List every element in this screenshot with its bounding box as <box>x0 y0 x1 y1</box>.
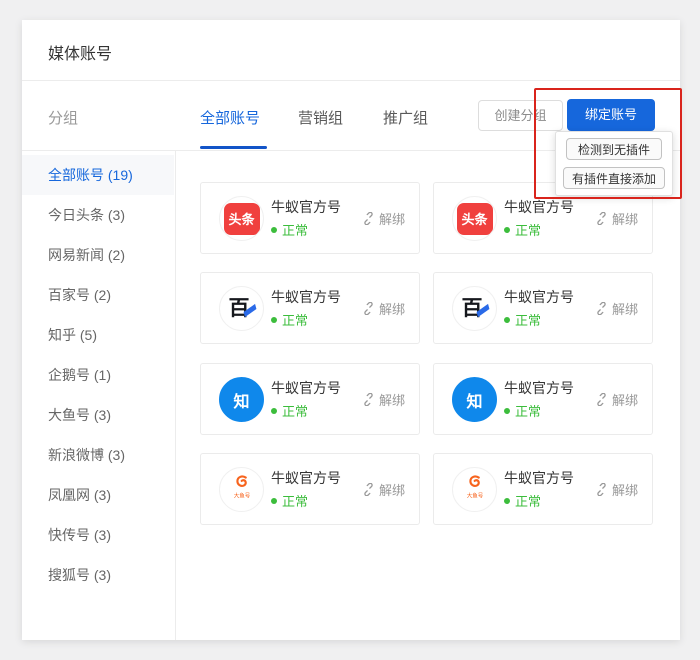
account-card: 大鱼号 牛蚁官方号 正常 解绑 <box>200 453 420 525</box>
baijiahao-icon: 百 <box>219 286 264 331</box>
unbind-link[interactable]: 解绑 <box>362 209 405 228</box>
sidebar-item-zhihu[interactable]: 知乎 (5) <box>22 315 174 355</box>
account-status: 正常 <box>504 220 541 239</box>
no-plugin-detected-button[interactable]: 检测到无插件 <box>566 138 662 160</box>
dayu-swirl-icon <box>232 473 252 493</box>
account-card: 百 牛蚁官方号 正常 解绑 <box>200 272 420 344</box>
sidebar-item-kuaichuan[interactable]: 快传号 (3) <box>22 515 174 555</box>
account-status: 正常 <box>271 491 308 510</box>
account-name: 牛蚁官方号 <box>504 468 574 488</box>
account-card: 大鱼号 牛蚁官方号 正常 解绑 <box>433 453 653 525</box>
zhihu-icon: 知 <box>452 377 497 422</box>
unbind-link[interactable]: 解绑 <box>362 480 405 499</box>
account-name: 牛蚁官方号 <box>504 378 574 398</box>
tab-promotion-group[interactable]: 推广组 <box>383 107 428 128</box>
account-card: 百 牛蚁官方号 正常 解绑 <box>433 272 653 344</box>
status-dot-icon <box>504 317 510 323</box>
sidebar-item-souhu[interactable]: 搜狐号 (3) <box>22 555 174 595</box>
zhihu-icon: 知 <box>219 377 264 422</box>
sidebar-item-qiehao[interactable]: 企鹅号 (1) <box>22 355 174 395</box>
status-dot-icon <box>271 227 277 233</box>
link-icon <box>595 212 608 225</box>
link-icon <box>595 483 608 496</box>
account-card: 头条 牛蚁官方号 正常 解绑 <box>200 182 420 254</box>
dayu-icon: 大鱼号 <box>452 467 497 512</box>
account-name: 牛蚁官方号 <box>504 197 574 217</box>
link-icon <box>595 393 608 406</box>
create-group-button[interactable]: 创建分组 <box>478 100 563 131</box>
account-card: 知 牛蚁官方号 正常 解绑 <box>200 363 420 435</box>
header-divider <box>22 80 680 81</box>
link-icon <box>362 212 375 225</box>
add-with-plugin-button[interactable]: 有插件直接添加 <box>563 167 665 189</box>
status-dot-icon <box>504 227 510 233</box>
status-dot-icon <box>271 498 277 504</box>
dayu-swirl-icon <box>465 473 485 493</box>
unbind-link[interactable]: 解绑 <box>595 480 638 499</box>
account-name: 牛蚁官方号 <box>504 287 574 307</box>
bind-account-button[interactable]: 绑定账号 <box>567 99 655 131</box>
unbind-link[interactable]: 解绑 <box>362 299 405 318</box>
account-status: 正常 <box>504 310 541 329</box>
baijiahao-icon: 百 <box>452 286 497 331</box>
link-icon <box>595 302 608 315</box>
status-dot-icon <box>504 498 510 504</box>
sidebar-item-netease[interactable]: 网易新闻 (2) <box>22 235 174 275</box>
sidebar-divider <box>175 151 176 640</box>
account-card: 知 牛蚁官方号 正常 解绑 <box>433 363 653 435</box>
account-status: 正常 <box>271 220 308 239</box>
dayu-icon: 大鱼号 <box>219 467 264 512</box>
active-tab-underline <box>200 146 267 149</box>
media-account-page: 媒体账号 分组 全部账号 营销组 推广组 创建分组 绑定账号 全部账号 (19)… <box>0 0 700 660</box>
account-status: 正常 <box>504 401 541 420</box>
bind-account-dropdown: 检测到无插件 有插件直接添加 <box>555 131 673 196</box>
account-status: 正常 <box>504 491 541 510</box>
page-title: 媒体账号 <box>48 40 112 64</box>
link-icon <box>362 302 375 315</box>
status-dot-icon <box>504 408 510 414</box>
unbind-link[interactable]: 解绑 <box>595 299 638 318</box>
toutiao-icon: 头条 <box>452 196 497 241</box>
link-icon <box>362 483 375 496</box>
sidebar-item-toutiao[interactable]: 今日头条 (3) <box>22 195 174 235</box>
status-dot-icon <box>271 317 277 323</box>
unbind-link[interactable]: 解绑 <box>362 390 405 409</box>
tab-marketing-group[interactable]: 营销组 <box>298 107 343 128</box>
link-icon <box>362 393 375 406</box>
account-status: 正常 <box>271 310 308 329</box>
tab-all-accounts[interactable]: 全部账号 <box>200 107 260 128</box>
toutiao-icon: 头条 <box>219 196 264 241</box>
unbind-link[interactable]: 解绑 <box>595 390 638 409</box>
sidebar-item-baijiahao[interactable]: 百家号 (2) <box>22 275 174 315</box>
sidebar-item-weibo[interactable]: 新浪微博 (3) <box>22 435 174 475</box>
account-name: 牛蚁官方号 <box>271 378 341 398</box>
unbind-link[interactable]: 解绑 <box>595 209 638 228</box>
group-section-label: 分组 <box>48 107 78 128</box>
account-name: 牛蚁官方号 <box>271 197 341 217</box>
sidebar-item-dayu[interactable]: 大鱼号 (3) <box>22 395 174 435</box>
sidebar-item-all-accounts[interactable]: 全部账号 (19) <box>22 155 174 195</box>
account-status: 正常 <box>271 401 308 420</box>
sidebar-item-ifeng[interactable]: 凤凰网 (3) <box>22 475 174 515</box>
status-dot-icon <box>271 408 277 414</box>
account-name: 牛蚁官方号 <box>271 287 341 307</box>
account-name: 牛蚁官方号 <box>271 468 341 488</box>
